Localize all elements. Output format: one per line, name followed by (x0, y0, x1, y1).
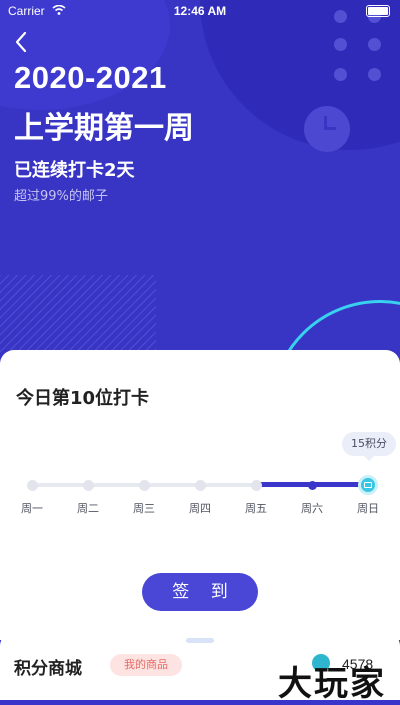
day-label: 周三 (133, 502, 155, 515)
day-label: 周六 (301, 502, 323, 515)
drag-handle[interactable] (186, 638, 214, 643)
day-node-3 (139, 480, 150, 491)
day-node-2 (83, 480, 94, 491)
back-arrow-icon[interactable] (12, 30, 32, 54)
day-label: 周四 (189, 502, 211, 515)
day-node-5 (251, 480, 262, 491)
clock-icon (304, 106, 350, 152)
shop-title: 积分商城 (14, 659, 82, 679)
day-label: 周一 (21, 502, 43, 515)
day-node-1 (27, 480, 38, 491)
week-title: 上学期第一周 (14, 111, 194, 146)
day-node-6 (308, 481, 317, 490)
streak-text: 已连续打卡2天 (14, 160, 135, 181)
signin-button[interactable]: 签 到 (142, 573, 258, 611)
my-goods-button[interactable]: 我的商品 (110, 654, 182, 676)
day-label: 周二 (77, 502, 99, 515)
today-node-icon (358, 475, 378, 495)
status-time: 12:46 AM (173, 4, 227, 18)
day-label: 周日 (357, 502, 379, 515)
day-label: 周五 (245, 502, 267, 515)
term-title: 2020-2021 (14, 60, 167, 95)
reward-tooltip: 15积分 (342, 432, 396, 461)
checkin-title: 今日第10位打卡 (16, 388, 150, 409)
status-bar: Carrier 12:46 AM (0, 0, 400, 22)
watermark-logo: 大玩家 (278, 664, 386, 704)
battery-icon (366, 5, 390, 17)
decor-stripes (0, 275, 156, 360)
rank-text: 超过99%的邮子 (14, 189, 108, 204)
day-node-4 (195, 480, 206, 491)
